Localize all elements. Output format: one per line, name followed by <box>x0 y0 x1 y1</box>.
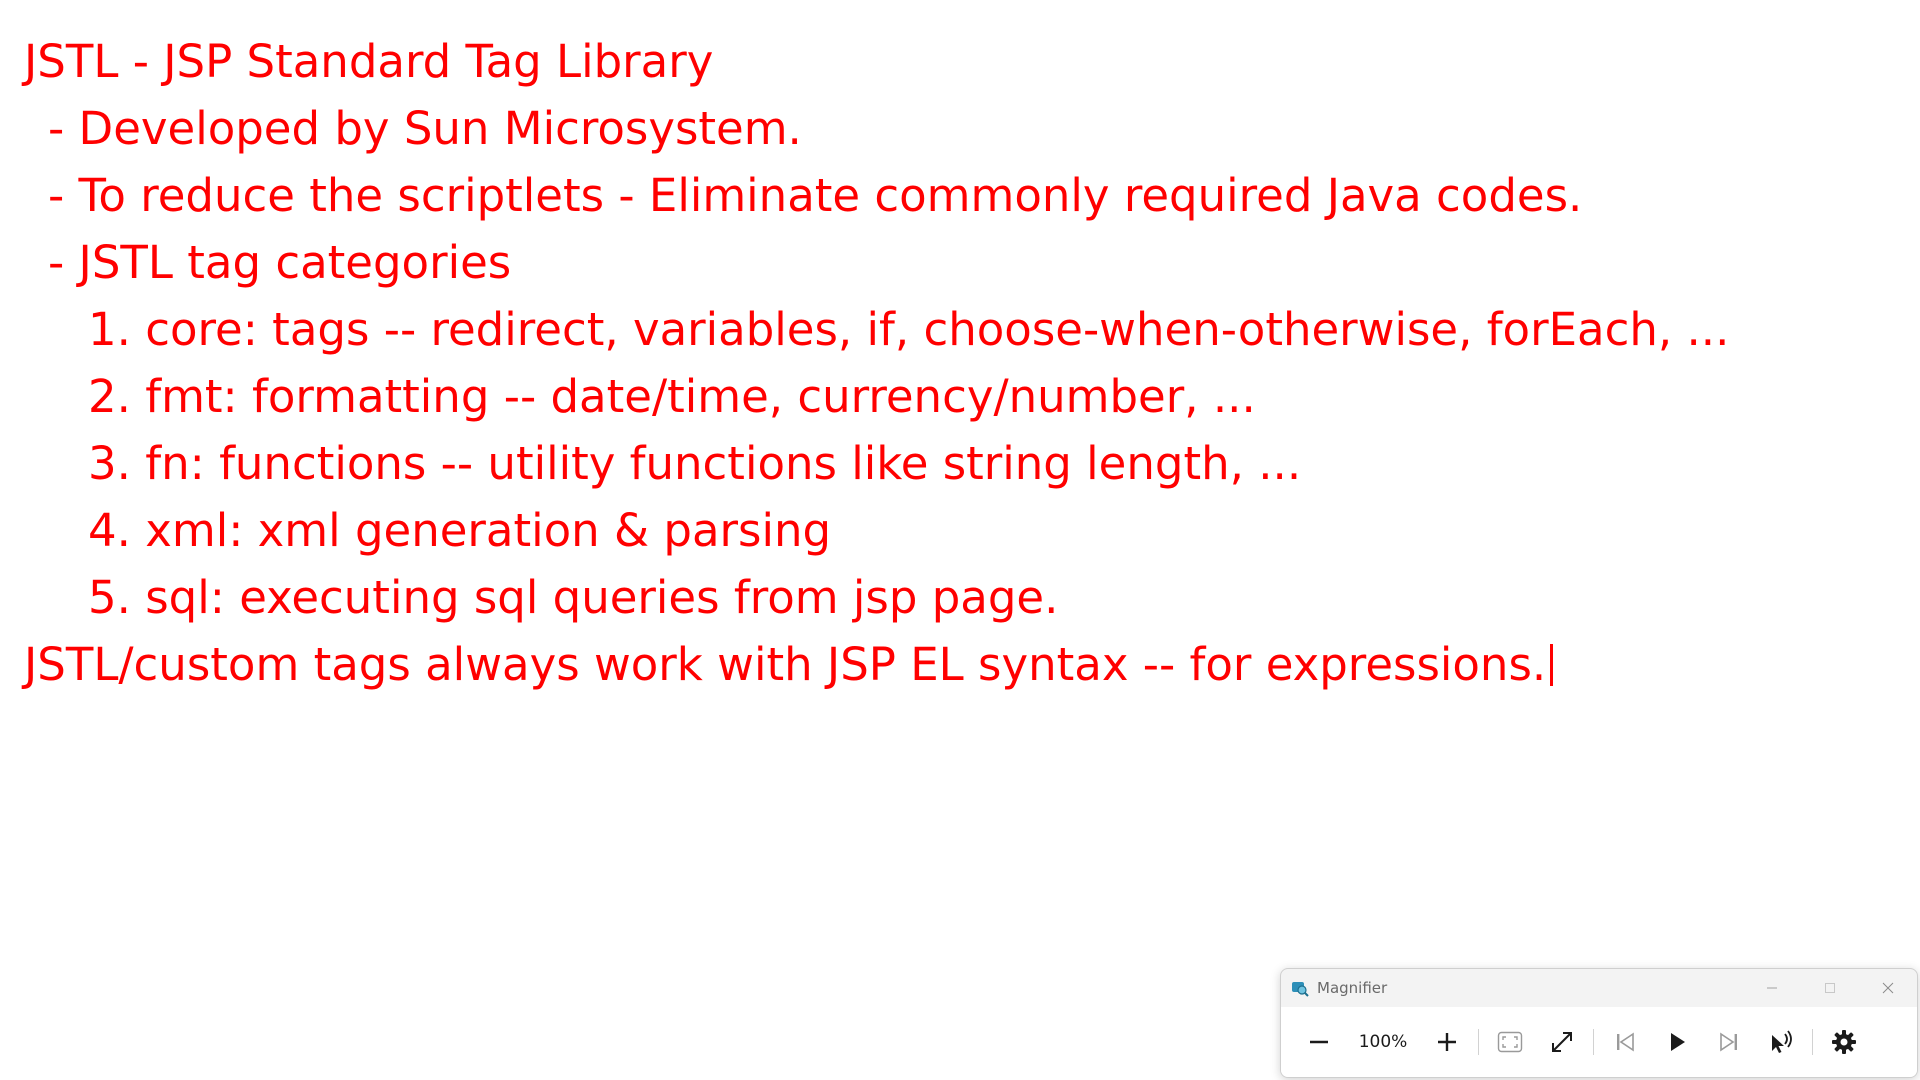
play-icon <box>1671 1033 1685 1051</box>
magnifier-window[interactable]: Magnifier 100% <box>1280 968 1918 1078</box>
play-button[interactable] <box>1651 1016 1703 1068</box>
minimize-icon <box>1767 987 1777 989</box>
note-line-el-syntax-text: JSTL/custom tags always work with JSP EL… <box>24 638 1547 691</box>
resize-arrow-icon <box>1552 1032 1572 1052</box>
note-line-categories: - JSTL tag categories <box>48 236 512 289</box>
close-button[interactable] <box>1859 969 1917 1007</box>
note-line-core: 1. core: tags -- redirect, variables, if… <box>88 303 1730 356</box>
toolbar-separator <box>1478 1029 1479 1055</box>
maximize-button[interactable] <box>1801 969 1859 1007</box>
notes-text-area[interactable]: JSTL - JSP Standard Tag Library - Develo… <box>24 28 1920 698</box>
gear-icon <box>1832 1030 1856 1054</box>
zoom-in-button[interactable] <box>1421 1016 1473 1068</box>
text-cursor <box>1550 644 1554 686</box>
read-from-pointer-icon <box>1772 1030 1792 1053</box>
toolbar-separator <box>1812 1029 1813 1055</box>
minus-icon <box>1310 1040 1328 1044</box>
note-line-developer: - Developed by Sun Microsystem. <box>48 102 802 155</box>
magnifier-title: Magnifier <box>1317 979 1388 997</box>
zoom-level: 100% <box>1358 1032 1408 1052</box>
skip-next-icon <box>1720 1032 1737 1052</box>
note-line-title: JSTL - JSP Standard Tag Library <box>24 35 714 88</box>
previous-button[interactable] <box>1599 1016 1651 1068</box>
fullscreen-button[interactable] <box>1484 1016 1536 1068</box>
note-line-purpose: - To reduce the scriptlets - Eliminate c… <box>48 169 1583 222</box>
zoom-out-button[interactable] <box>1293 1016 1345 1068</box>
notes-canvas[interactable]: JSTL - JSP Standard Tag Library - Develo… <box>0 0 1920 1080</box>
toolbar-separator <box>1593 1029 1594 1055</box>
note-line-fn: 3. fn: functions -- utility functions li… <box>88 437 1302 490</box>
note-line-xml: 4. xml: xml generation & parsing <box>88 504 832 557</box>
resize-button[interactable] <box>1536 1016 1588 1068</box>
minimize-button[interactable] <box>1743 969 1801 1007</box>
skip-previous-icon <box>1617 1032 1634 1052</box>
read-from-pointer-button[interactable] <box>1755 1016 1807 1068</box>
close-icon <box>1882 982 1894 994</box>
next-button[interactable] <box>1703 1016 1755 1068</box>
note-line-sql: 5. sql: executing sql queries from jsp p… <box>88 571 1059 624</box>
settings-button[interactable] <box>1818 1016 1870 1068</box>
note-line-el-syntax: JSTL/custom tags always work with JSP EL… <box>24 631 1920 698</box>
magnifier-toolbar: 100% <box>1281 1007 1917 1077</box>
fullscreen-icon <box>1497 1031 1523 1053</box>
magnifier-app-icon <box>1292 982 1309 997</box>
plus-icon <box>1438 1033 1456 1051</box>
maximize-icon <box>1825 983 1835 993</box>
magnifier-title-bar[interactable]: Magnifier <box>1281 969 1917 1007</box>
note-line-fmt: 2. fmt: formatting -- date/time, currenc… <box>88 370 1256 423</box>
